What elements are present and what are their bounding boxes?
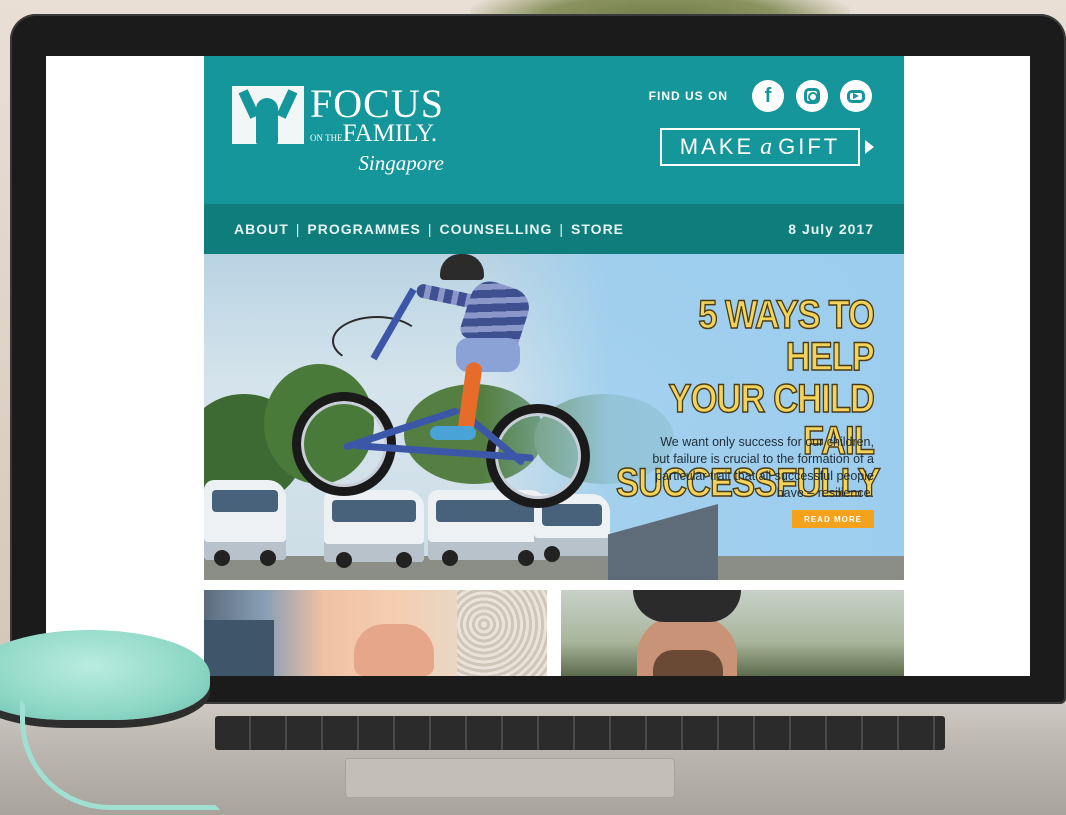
gift-word-make: MAKE: [679, 134, 755, 159]
newsletter-email: FOCUS ON THEFAMILY. Singapore FIND US ON…: [204, 56, 904, 676]
nav-item-about[interactable]: ABOUT: [234, 221, 289, 237]
hero-banner[interactable]: 5 WAYS TO HELP YOUR CHILD FAIL SUCCESSFU…: [204, 254, 904, 580]
laptop-keyboard: [215, 716, 945, 750]
nav-item-store[interactable]: STORE: [571, 221, 624, 237]
issue-date: 8 July 2017: [788, 221, 874, 237]
social-links: FIND US ON f: [649, 80, 872, 112]
logo-line-singapore: Singapore: [358, 151, 444, 175]
main-nav: ABOUT | PROGRAMMES | COUNSELLING | STORE…: [204, 204, 904, 254]
family-figure-icon: [232, 86, 304, 144]
rider-helmet: [440, 254, 484, 280]
email-header: FOCUS ON THEFAMILY. Singapore FIND US ON…: [204, 56, 904, 204]
parked-van: [324, 490, 424, 568]
focus-on-the-family-logo[interactable]: FOCUS ON THEFAMILY. Singapore: [232, 81, 444, 176]
facebook-glyph: f: [764, 84, 772, 107]
article-tile-young-man[interactable]: [561, 590, 904, 676]
rider-shoe: [430, 426, 476, 440]
logo-line-family: ON THEFAMILY.: [310, 120, 444, 150]
parked-van: [204, 480, 286, 566]
nav-item-counselling[interactable]: COUNSELLING: [440, 221, 553, 237]
make-a-gift-button[interactable]: MAKE a GIFT: [660, 128, 860, 166]
article-tiles: [204, 590, 904, 676]
logo-on-the: ON THE: [310, 133, 343, 143]
laptop-screen: FOCUS ON THEFAMILY. Singapore FIND US ON…: [46, 56, 1030, 676]
logo-line-focus: FOCUS: [310, 81, 444, 126]
nav-separator: |: [427, 221, 433, 237]
read-more-button[interactable]: READ MORE: [792, 510, 874, 528]
play-arrow-icon[interactable]: [865, 140, 874, 154]
article-tile-holding-hands[interactable]: [204, 590, 547, 676]
gift-word-gift: GIFT: [778, 134, 841, 159]
hero-blurb: We want only success for our children, b…: [652, 435, 874, 500]
youtube-icon[interactable]: [840, 80, 872, 112]
find-us-label: FIND US ON: [648, 89, 728, 103]
nav-separator: |: [295, 221, 301, 237]
facebook-icon[interactable]: f: [752, 80, 784, 112]
laptop-trackpad: [345, 758, 675, 798]
instagram-icon[interactable]: [796, 80, 828, 112]
headline-line-1: 5 WAYS TO HELP: [698, 293, 876, 379]
nav-separator: |: [559, 221, 565, 237]
logo-family-word: FAMILY.: [342, 120, 438, 147]
logo-wordmark: FOCUS ON THEFAMILY. Singapore: [310, 81, 444, 176]
nav-item-programmes[interactable]: PROGRAMMES: [307, 221, 420, 237]
gift-word-a: a: [760, 133, 773, 160]
